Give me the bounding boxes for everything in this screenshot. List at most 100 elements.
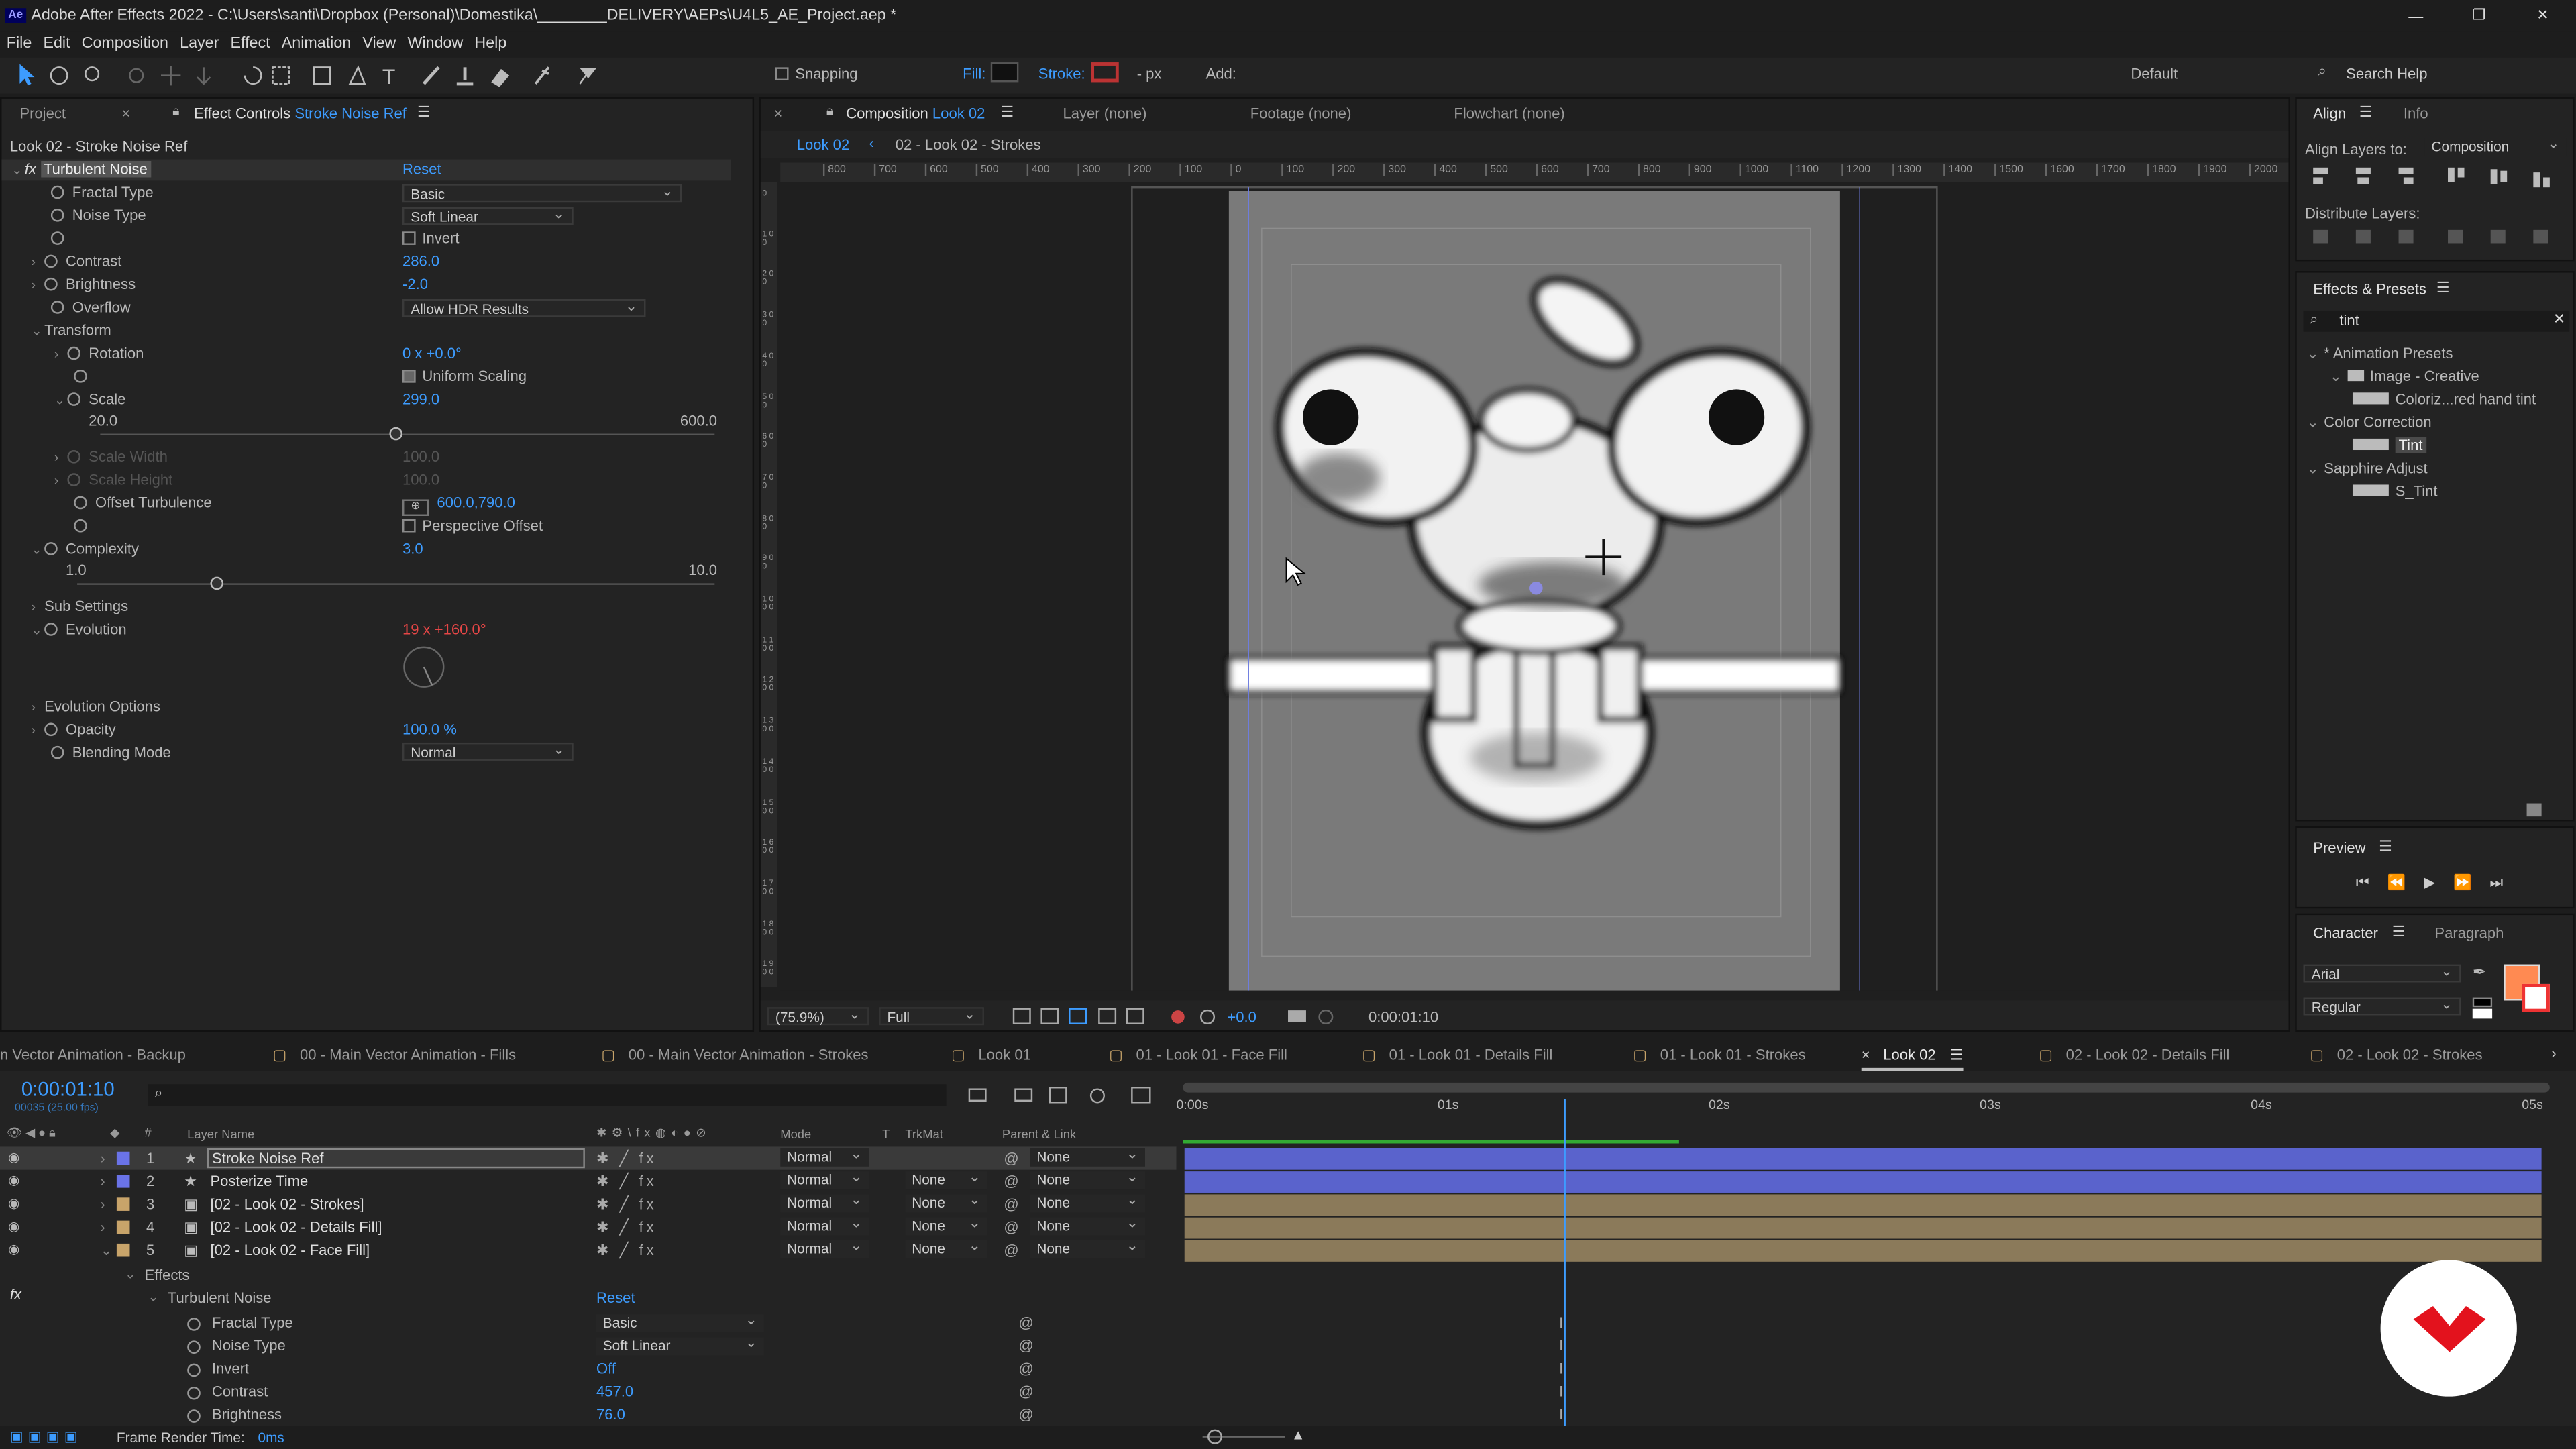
snapping-checkbox[interactable] — [775, 67, 789, 81]
pickwhip-icon[interactable]: @ — [1018, 1406, 1033, 1422]
zoom-slider-knob[interactable] — [1208, 1429, 1223, 1444]
twirl-right-icon[interactable]: › — [54, 447, 68, 470]
tab-paragraph[interactable]: Paragraph — [2434, 925, 2504, 941]
twirl-down-icon[interactable]: ⌄ — [2306, 414, 2318, 430]
pickwhip-icon[interactable]: @ — [1018, 1337, 1033, 1353]
layer-switches[interactable]: ✱ ╱ fx — [596, 1193, 657, 1216]
twirl-down-icon[interactable]: ⌄ — [32, 321, 45, 343]
comp-tab-icon[interactable]: ▢ — [1633, 1046, 1647, 1063]
trkmat-dropdown[interactable]: None — [905, 1214, 987, 1236]
comp-tab-icon[interactable]: ▢ — [951, 1046, 965, 1063]
stopwatch-icon[interactable] — [44, 722, 58, 737]
stopwatch-icon[interactable] — [74, 519, 87, 533]
effects-tree-item[interactable]: Tint — [2352, 434, 2426, 457]
comp-tab-icon[interactable]: ▢ — [1362, 1046, 1376, 1063]
minimize-button[interactable]: — — [2408, 7, 2423, 23]
text-stroke-swatch[interactable] — [2522, 983, 2550, 1012]
pickwhip-icon[interactable]: @ — [1018, 1383, 1033, 1399]
vertical-ruler[interactable]: 0 1 0 0 2 0 0 3 0 0 4 0 0 5 0 0 6 0 0 7 0 0 8 0 … — [760, 182, 777, 987]
effects-tree-item[interactable]: ⌄ Image - Creative — [2330, 365, 2479, 388]
viewer-buttons[interactable] — [1007, 1006, 1336, 1027]
layer-label-color[interactable] — [116, 1220, 130, 1234]
visibility-eye-icon[interactable]: ◉ — [8, 1170, 19, 1193]
tab-character[interactable]: Character — [2313, 925, 2378, 941]
status-icons[interactable]: ▣▣▣▣ — [10, 1428, 83, 1446]
stopwatch-icon[interactable] — [44, 254, 58, 268]
more-tabs-icon[interactable]: › — [2551, 1045, 2556, 1061]
fill-swatch[interactable] — [990, 62, 1019, 83]
prev-frame-icon[interactable]: ⏪ — [2387, 874, 2406, 892]
layer-switches[interactable]: ✱ ╱ fx — [596, 1239, 657, 1262]
twirl-down-icon[interactable]: ⌄ — [2330, 368, 2342, 384]
layer-mode-dropdown[interactable]: Normal — [780, 1214, 869, 1236]
layer-row[interactable]: ◉ ⌄ 5 ▣ [02 - Look 02 - Face Fill] ✱ ╱ fx Norm… — [0, 1237, 1176, 1262]
layer-switches[interactable]: ✱ ╱ fx — [596, 1216, 657, 1238]
comp-canvas[interactable] — [780, 182, 2288, 991]
layer-label-color[interactable] — [116, 1197, 130, 1211]
twirl-right-icon[interactable]: › — [32, 252, 45, 274]
layer-label-color[interactable] — [116, 1175, 130, 1188]
tab-composition[interactable]: Composition Look 02 — [846, 105, 985, 121]
menu-window[interactable]: Window — [408, 34, 464, 52]
timeline-tab[interactable]: ▢ 01 - Look 01 - Details Fill — [1362, 1038, 1552, 1071]
next-frame-icon[interactable]: ⏩ — [2453, 874, 2471, 892]
layer-row[interactable]: ◉ › 4 ▣ [02 - Look 02 - Details Fill] ✱ ╱ fx N… — [0, 1214, 1176, 1238]
pickwhip-icon[interactable]: @ — [1004, 1193, 1018, 1216]
zoom-dropdown[interactable]: (75.9%) — [767, 1006, 869, 1026]
timeline-tab[interactable]: ▢ 02 - Look 02 - Strokes — [2310, 1038, 2482, 1071]
layer-name[interactable]: [02 - Look 02 - Details Fill] — [207, 1216, 386, 1238]
pickwhip-icon[interactable]: @ — [1004, 1216, 1018, 1238]
complexity-value[interactable]: 3.0 — [402, 537, 423, 560]
panel-menu-icon[interactable]: ☰ — [417, 103, 431, 121]
timeline-tab[interactable]: × Look 02 ☰ — [1861, 1038, 1964, 1071]
search-help-field[interactable]: Search Help — [2346, 66, 2427, 82]
visibility-eye-icon[interactable]: ◉ — [8, 1193, 19, 1216]
layer-name[interactable]: Posterize Time — [207, 1170, 312, 1193]
font-family-dropdown[interactable]: Arial — [2303, 963, 2461, 983]
parent-dropdown[interactable]: None — [1030, 1168, 1145, 1190]
stopwatch-icon[interactable] — [44, 623, 58, 636]
panel-menu-icon[interactable]: ☰ — [2392, 923, 2406, 941]
tab-layer[interactable]: Layer (none) — [1063, 105, 1147, 121]
stopwatch-icon[interactable] — [50, 209, 64, 222]
point-crosshair-icon[interactable]: ⊕ — [402, 499, 429, 516]
align-buttons[interactable] — [2310, 164, 2556, 191]
timeline-tab[interactable]: ▢ 01 - Look 01 - Face Fill — [1109, 1038, 1287, 1071]
stopwatch-icon[interactable] — [50, 301, 64, 314]
tab-effect-controls[interactable]: Effect Controls Stroke Noise Ref — [194, 105, 407, 121]
twirl-right-icon[interactable]: ⌄ — [100, 1239, 112, 1262]
comp-tab-icon[interactable]: ▢ — [1109, 1046, 1123, 1063]
maximize-button[interactable]: ❐ — [2473, 7, 2486, 25]
rotation-value[interactable]: 0 x +0.0° — [402, 341, 462, 364]
stopwatch-icon[interactable] — [187, 1386, 201, 1400]
menu-animation[interactable]: Animation — [282, 34, 351, 52]
evolution-angle-dial[interactable] — [401, 643, 450, 692]
lock-icon[interactable]: 🔒︎ — [826, 103, 833, 119]
fx-icon[interactable]: fx — [25, 161, 36, 177]
comp-tab-icon[interactable]: ▢ — [273, 1046, 287, 1063]
menu-effect[interactable]: Effect — [231, 34, 270, 52]
pickwhip-icon[interactable]: @ — [1018, 1314, 1033, 1330]
stopwatch-icon[interactable] — [44, 542, 58, 555]
panel-menu-icon[interactable]: ☰ — [2436, 279, 2450, 297]
layer-switches[interactable]: ✱ ╱ fx — [596, 1146, 657, 1169]
stopwatch-icon[interactable] — [44, 277, 58, 291]
contrast-value[interactable]: 286.0 — [402, 250, 439, 272]
twirl-right-icon[interactable]: › — [100, 1216, 105, 1238]
lock-icon[interactable]: 🔒︎ — [172, 103, 179, 119]
twirl-right-icon[interactable]: › — [32, 596, 45, 619]
layer-switches[interactable]: ✱ ╱ fx — [596, 1170, 657, 1193]
timeline-tab[interactable]: ▢ 00 - Main Vector Animation - Strokes — [601, 1038, 868, 1071]
opacity-value[interactable]: 100.0 % — [402, 718, 457, 741]
align-to-dropdown[interactable]: Composition — [2424, 135, 2567, 156]
parent-dropdown[interactable]: None — [1030, 1237, 1145, 1258]
trkmat-dropdown[interactable]: None — [905, 1191, 987, 1213]
layer-mode-dropdown[interactable]: Normal — [780, 1191, 869, 1213]
stopwatch-icon[interactable] — [67, 450, 81, 464]
layer-label-color[interactable] — [116, 1151, 130, 1165]
last-frame-icon[interactable]: ⏭ — [2489, 874, 2503, 892]
stopwatch-icon[interactable] — [187, 1409, 201, 1423]
stopwatch-icon[interactable] — [50, 185, 64, 199]
font-style-dropdown[interactable]: Regular — [2303, 996, 2461, 1016]
twirl-right-icon[interactable]: › — [100, 1170, 105, 1193]
